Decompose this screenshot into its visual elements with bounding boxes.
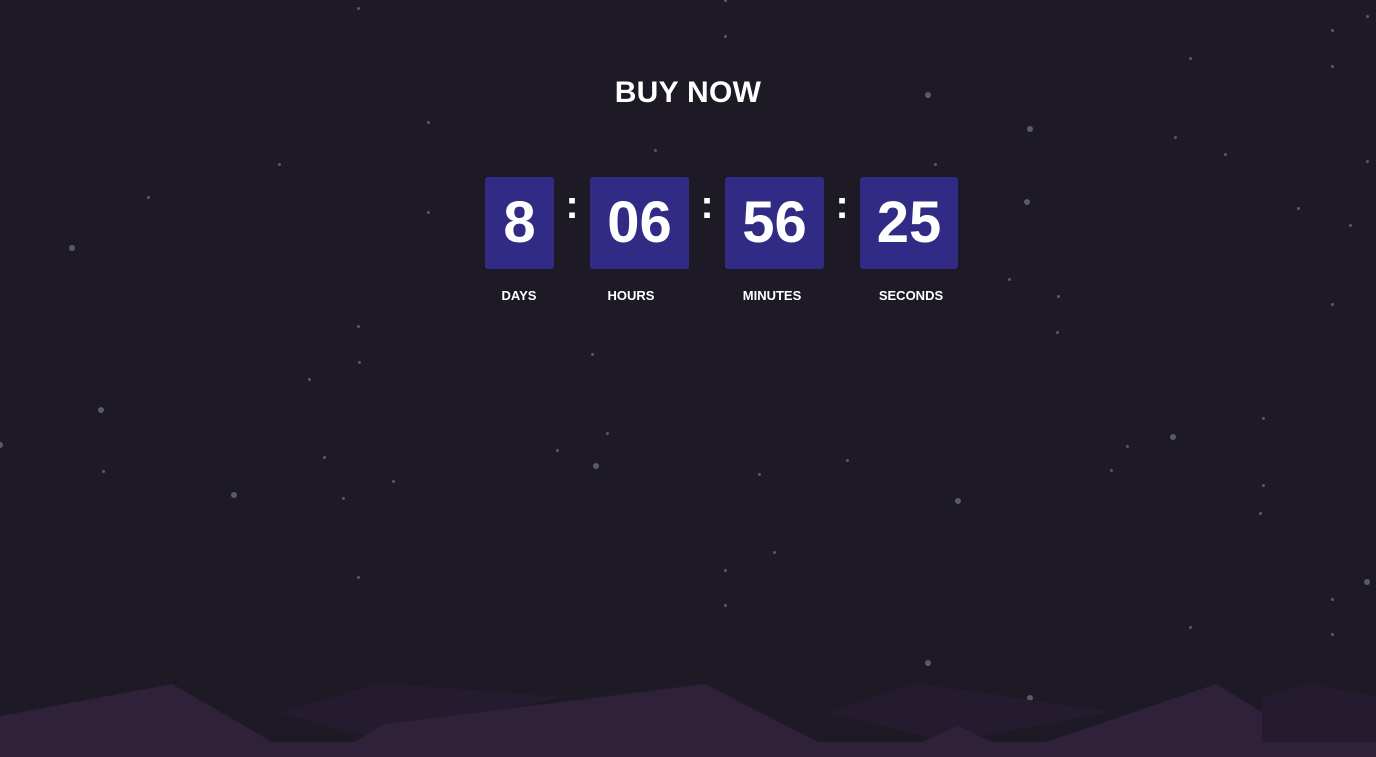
back-hill (1262, 684, 1376, 742)
countdown-page: BUY NOW 8 : 06 : 56 : 25 DAYS HOURS MINU… (0, 0, 1376, 757)
mountain-silhouette (0, 683, 1376, 757)
front-hill (0, 684, 1376, 757)
